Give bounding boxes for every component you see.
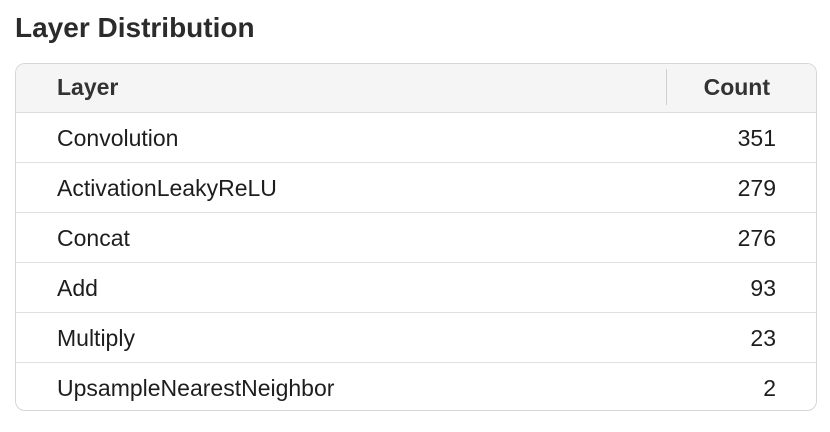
table-row[interactable]: Multiply 23: [16, 313, 816, 363]
table-row[interactable]: Add 93: [16, 263, 816, 313]
layer-table: Layer Count Convolution 351 ActivationLe…: [15, 63, 817, 411]
layer-count-cell: 276: [737, 225, 776, 251]
layer-distribution-panel: Layer Distribution Layer Count Convoluti…: [0, 0, 830, 432]
layer-name-cell: Convolution: [57, 125, 179, 151]
layer-count-cell: 279: [737, 175, 776, 201]
column-header-count[interactable]: Count: [704, 64, 770, 110]
layer-name-cell: Concat: [57, 225, 130, 251]
layer-count-cell: 23: [750, 325, 776, 351]
table-row[interactable]: ActivationLeakyReLU 279: [16, 163, 816, 213]
layer-name-cell: UpsampleNearestNeighbor: [57, 375, 335, 401]
table-row[interactable]: Convolution 351: [16, 113, 816, 163]
table-row[interactable]: Concat 276: [16, 213, 816, 263]
section-title: Layer Distribution: [15, 12, 255, 43]
column-divider[interactable]: [666, 69, 667, 105]
table-row[interactable]: UpsampleNearestNeighbor 2: [16, 363, 816, 410]
layer-count-cell: 93: [750, 275, 776, 301]
layer-name-cell: Add: [57, 275, 98, 301]
layer-name-cell: Multiply: [57, 325, 135, 351]
table-body: Convolution 351 ActivationLeakyReLU 279 …: [16, 113, 816, 410]
layer-count-cell: 351: [737, 125, 776, 151]
column-header-layer[interactable]: Layer: [57, 64, 118, 110]
layer-count-cell: 2: [763, 375, 776, 401]
layer-name-cell: ActivationLeakyReLU: [57, 175, 277, 201]
table-header: Layer Count: [16, 64, 816, 113]
